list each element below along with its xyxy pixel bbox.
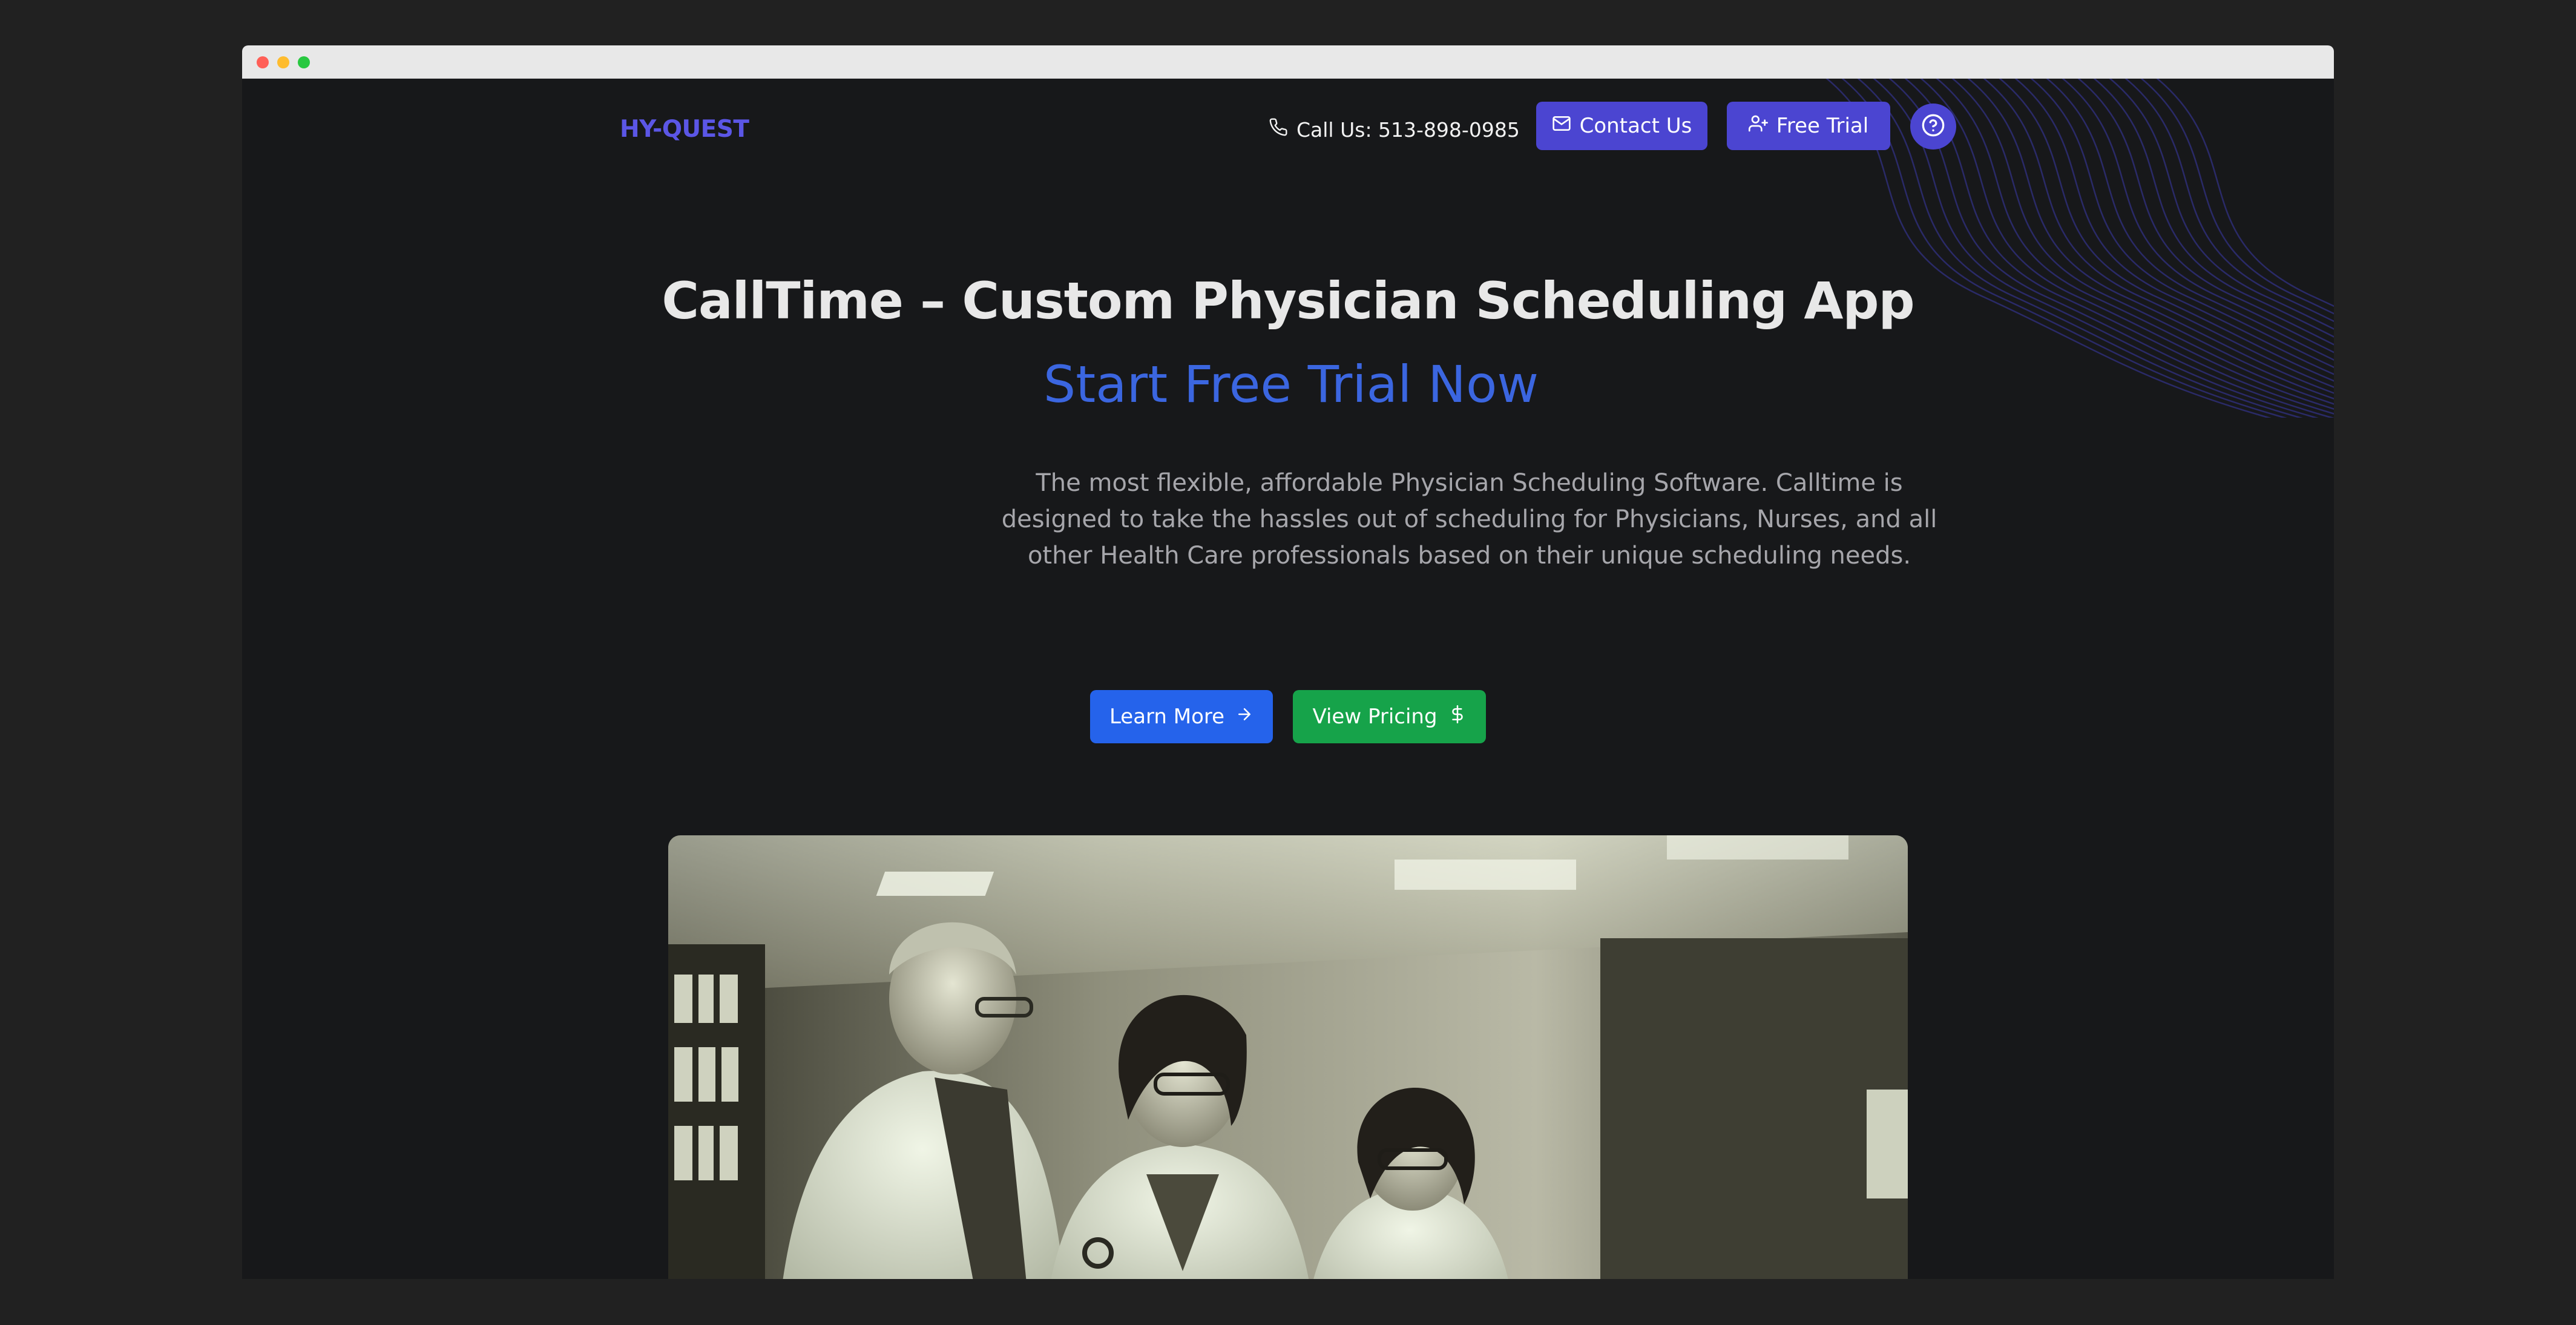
contact-us-label: Contact Us bbox=[1579, 114, 1692, 138]
free-trial-button[interactable]: Free Trial bbox=[1727, 102, 1890, 150]
phone-icon bbox=[1269, 117, 1288, 142]
arrow-right-icon bbox=[1235, 705, 1254, 729]
minimize-window-button[interactable] bbox=[277, 56, 289, 68]
call-us-label: Call Us: 513-898-0985 bbox=[1296, 117, 1520, 142]
help-circle-icon bbox=[1921, 113, 1945, 140]
window-titlebar bbox=[242, 45, 2334, 79]
browser-window: HY-QUEST Call Us: 513-898-0985 Contact U… bbox=[242, 45, 2334, 1279]
close-window-button[interactable] bbox=[257, 56, 269, 68]
page-viewport: HY-QUEST Call Us: 513-898-0985 Contact U… bbox=[242, 79, 2334, 1279]
contact-us-button[interactable]: Contact Us bbox=[1536, 102, 1707, 150]
view-pricing-label: View Pricing bbox=[1312, 705, 1438, 729]
hero-description: The most flexible, affordable Physician … bbox=[1001, 469, 1937, 570]
dollar-icon bbox=[1448, 705, 1467, 729]
maximize-window-button[interactable] bbox=[298, 56, 310, 68]
brand-logo[interactable]: HY-QUEST bbox=[620, 111, 749, 148]
learn-more-label: Learn More bbox=[1109, 705, 1225, 729]
learn-more-button[interactable]: Learn More bbox=[1090, 690, 1273, 743]
free-trial-label: Free Trial bbox=[1776, 114, 1869, 138]
call-us-link[interactable]: Call Us: 513-898-0985 bbox=[1269, 111, 1520, 148]
hero-photo-medical-team bbox=[668, 835, 1908, 1279]
mail-icon bbox=[1552, 114, 1571, 139]
user-plus-icon bbox=[1748, 114, 1768, 139]
start-trial-heading[interactable]: Start Free Trial Now bbox=[242, 355, 2334, 414]
view-pricing-button[interactable]: View Pricing bbox=[1293, 690, 1486, 743]
help-button[interactable] bbox=[1910, 104, 1956, 150]
page-title: CallTime – Custom Physician Scheduling A… bbox=[662, 271, 1914, 330]
